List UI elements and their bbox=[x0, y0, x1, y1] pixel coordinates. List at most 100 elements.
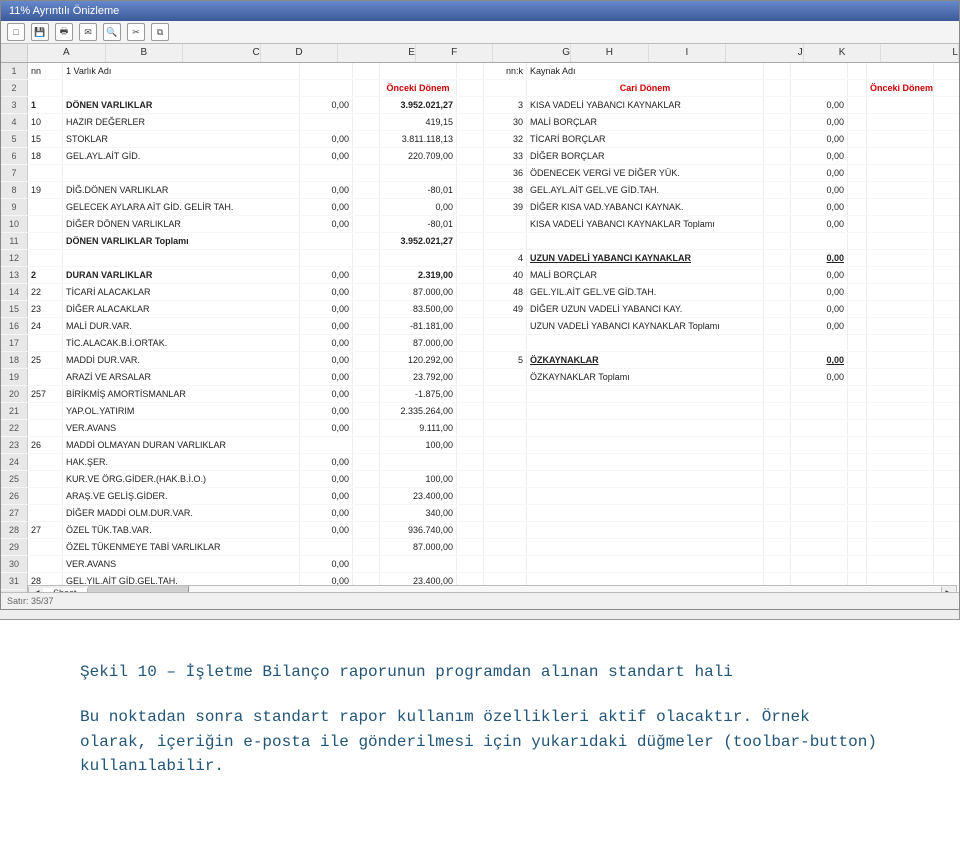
cell-I[interactable] bbox=[764, 233, 791, 249]
cell-E[interactable]: 3.952.021,27 bbox=[380, 97, 457, 113]
cell-D[interactable] bbox=[353, 131, 380, 147]
cell-L[interactable] bbox=[867, 420, 934, 436]
cell-A[interactable] bbox=[28, 80, 63, 96]
cell-C[interactable] bbox=[300, 539, 353, 555]
cell-L[interactable] bbox=[867, 63, 934, 79]
cell-C[interactable] bbox=[300, 114, 353, 130]
zoom-button[interactable]: 🔍 bbox=[103, 23, 121, 41]
cell-H[interactable] bbox=[527, 539, 764, 555]
cell-B[interactable]: DİĞER ALACAKLAR bbox=[63, 301, 300, 317]
cell-D[interactable] bbox=[353, 80, 380, 96]
save-button[interactable]: 💾 bbox=[31, 23, 49, 41]
cell-L[interactable] bbox=[867, 148, 934, 164]
cell-B[interactable]: YAP.OL.YATIRIM bbox=[63, 403, 300, 419]
cell-G[interactable] bbox=[484, 522, 527, 538]
cell-G[interactable]: 48 bbox=[484, 284, 527, 300]
cell-D[interactable] bbox=[353, 165, 380, 181]
cell-A[interactable]: 15 bbox=[28, 131, 63, 147]
cell-C[interactable]: 0,00 bbox=[300, 318, 353, 334]
col-E[interactable]: E bbox=[338, 44, 416, 62]
cell-H[interactable]: Kaynak Adı bbox=[527, 63, 764, 79]
cell-B[interactable]: GELECEK AYLARA AİT GİD. GELİR TAH. bbox=[63, 199, 300, 215]
table-row[interactable]: 515STOKLAR0,003.811.118,1332TİCARİ BORÇL… bbox=[1, 131, 959, 148]
cell-H[interactable] bbox=[527, 522, 764, 538]
cell-G[interactable]: nn:k bbox=[484, 63, 527, 79]
cell-G[interactable]: 5 bbox=[484, 352, 527, 368]
cell-J[interactable]: 0,00 bbox=[791, 318, 848, 334]
table-row[interactable]: 1624MALİ DUR.VAR.0,00-81.181,00UZUN VADE… bbox=[1, 318, 959, 335]
row-number[interactable]: 27 bbox=[1, 505, 28, 521]
cell-F[interactable] bbox=[457, 335, 484, 351]
cell-I[interactable] bbox=[764, 488, 791, 504]
row-number[interactable]: 5 bbox=[1, 131, 28, 147]
row-number[interactable]: 10 bbox=[1, 216, 28, 232]
cell-I[interactable] bbox=[764, 216, 791, 232]
cut-button[interactable]: ✂ bbox=[127, 23, 145, 41]
cell-F[interactable] bbox=[457, 352, 484, 368]
cell-E[interactable]: 87.000,00 bbox=[380, 284, 457, 300]
row-number[interactable]: 29 bbox=[1, 539, 28, 555]
cell-C[interactable]: 0,00 bbox=[300, 420, 353, 436]
cell-J[interactable] bbox=[791, 522, 848, 538]
spreadsheet-grid[interactable]: 1nn1 Varlık Adınn:kKaynak Adı2Önceki Dön… bbox=[1, 63, 959, 603]
cell-H[interactable] bbox=[527, 335, 764, 351]
row-number[interactable]: 28 bbox=[1, 522, 28, 538]
cell-C[interactable]: 0,00 bbox=[300, 216, 353, 232]
print-button[interactable]: 🖶 bbox=[55, 23, 73, 41]
cell-K[interactable] bbox=[848, 386, 867, 402]
cell-H[interactable]: MALİ BORÇLAR bbox=[527, 114, 764, 130]
cell-G[interactable]: 38 bbox=[484, 182, 527, 198]
cell-G[interactable] bbox=[484, 403, 527, 419]
cell-J[interactable]: 0,00 bbox=[791, 114, 848, 130]
cell-G[interactable] bbox=[484, 216, 527, 232]
cell-J[interactable] bbox=[791, 233, 848, 249]
cell-A[interactable]: 24 bbox=[28, 318, 63, 334]
cell-D[interactable] bbox=[353, 216, 380, 232]
cell-G[interactable] bbox=[484, 454, 527, 470]
cell-F[interactable] bbox=[457, 505, 484, 521]
table-row[interactable]: 132DURAN VARLIKLAR0,002.319,0040MALİ BOR… bbox=[1, 267, 959, 284]
table-row[interactable]: 1nn1 Varlık Adınn:kKaynak Adı bbox=[1, 63, 959, 80]
cell-B[interactable] bbox=[63, 250, 300, 266]
cell-J[interactable] bbox=[791, 403, 848, 419]
cell-J[interactable]: 0,00 bbox=[791, 250, 848, 266]
table-row[interactable]: 30VER.AVANS0,00 bbox=[1, 556, 959, 573]
cell-L[interactable] bbox=[867, 182, 934, 198]
cell-B[interactable]: ARAZİ VE ARSALAR bbox=[63, 369, 300, 385]
cell-H[interactable] bbox=[527, 505, 764, 521]
cell-J[interactable] bbox=[791, 488, 848, 504]
cell-J[interactable]: 0,00 bbox=[791, 216, 848, 232]
cell-C[interactable]: 0,00 bbox=[300, 148, 353, 164]
cell-L[interactable] bbox=[867, 250, 934, 266]
cell-B[interactable]: GEL.AYL.AİT GİD. bbox=[63, 148, 300, 164]
cell-K[interactable] bbox=[848, 182, 867, 198]
cell-J[interactable]: 0,00 bbox=[791, 352, 848, 368]
cell-D[interactable] bbox=[353, 284, 380, 300]
cell-L[interactable] bbox=[867, 488, 934, 504]
cell-H[interactable]: Cari Dönem bbox=[527, 80, 764, 96]
cell-D[interactable] bbox=[353, 250, 380, 266]
cell-D[interactable] bbox=[353, 403, 380, 419]
cell-D[interactable] bbox=[353, 454, 380, 470]
cell-L[interactable] bbox=[867, 522, 934, 538]
cell-I[interactable] bbox=[764, 335, 791, 351]
table-row[interactable]: 21YAP.OL.YATIRIM0,002.335.264,00 bbox=[1, 403, 959, 420]
cell-F[interactable] bbox=[457, 182, 484, 198]
table-row[interactable]: 736ÖDENECEK VERGİ VE DİĞER YÜK.0,00 bbox=[1, 165, 959, 182]
cell-C[interactable]: 0,00 bbox=[300, 522, 353, 538]
cell-E[interactable]: 220.709,00 bbox=[380, 148, 457, 164]
cell-J[interactable]: 0,00 bbox=[791, 131, 848, 147]
cell-H[interactable] bbox=[527, 471, 764, 487]
cell-L[interactable] bbox=[867, 165, 934, 181]
cell-G[interactable] bbox=[484, 505, 527, 521]
cell-B[interactable]: HAK.ŞER. bbox=[63, 454, 300, 470]
cell-J[interactable]: 0,00 bbox=[791, 267, 848, 283]
table-row[interactable]: 27DİĞER MADDİ OLM.DUR.VAR.0,00340,00 bbox=[1, 505, 959, 522]
cell-B[interactable]: MADDİ DUR.VAR. bbox=[63, 352, 300, 368]
cell-C[interactable]: 0,00 bbox=[300, 471, 353, 487]
cell-B[interactable]: DİĞ.DÖNEN VARLIKLAR bbox=[63, 182, 300, 198]
cell-B[interactable]: BİRİKMİŞ AMORTİSMANLAR bbox=[63, 386, 300, 402]
cell-G[interactable] bbox=[484, 437, 527, 453]
cell-D[interactable] bbox=[353, 420, 380, 436]
row-number[interactable]: 19 bbox=[1, 369, 28, 385]
